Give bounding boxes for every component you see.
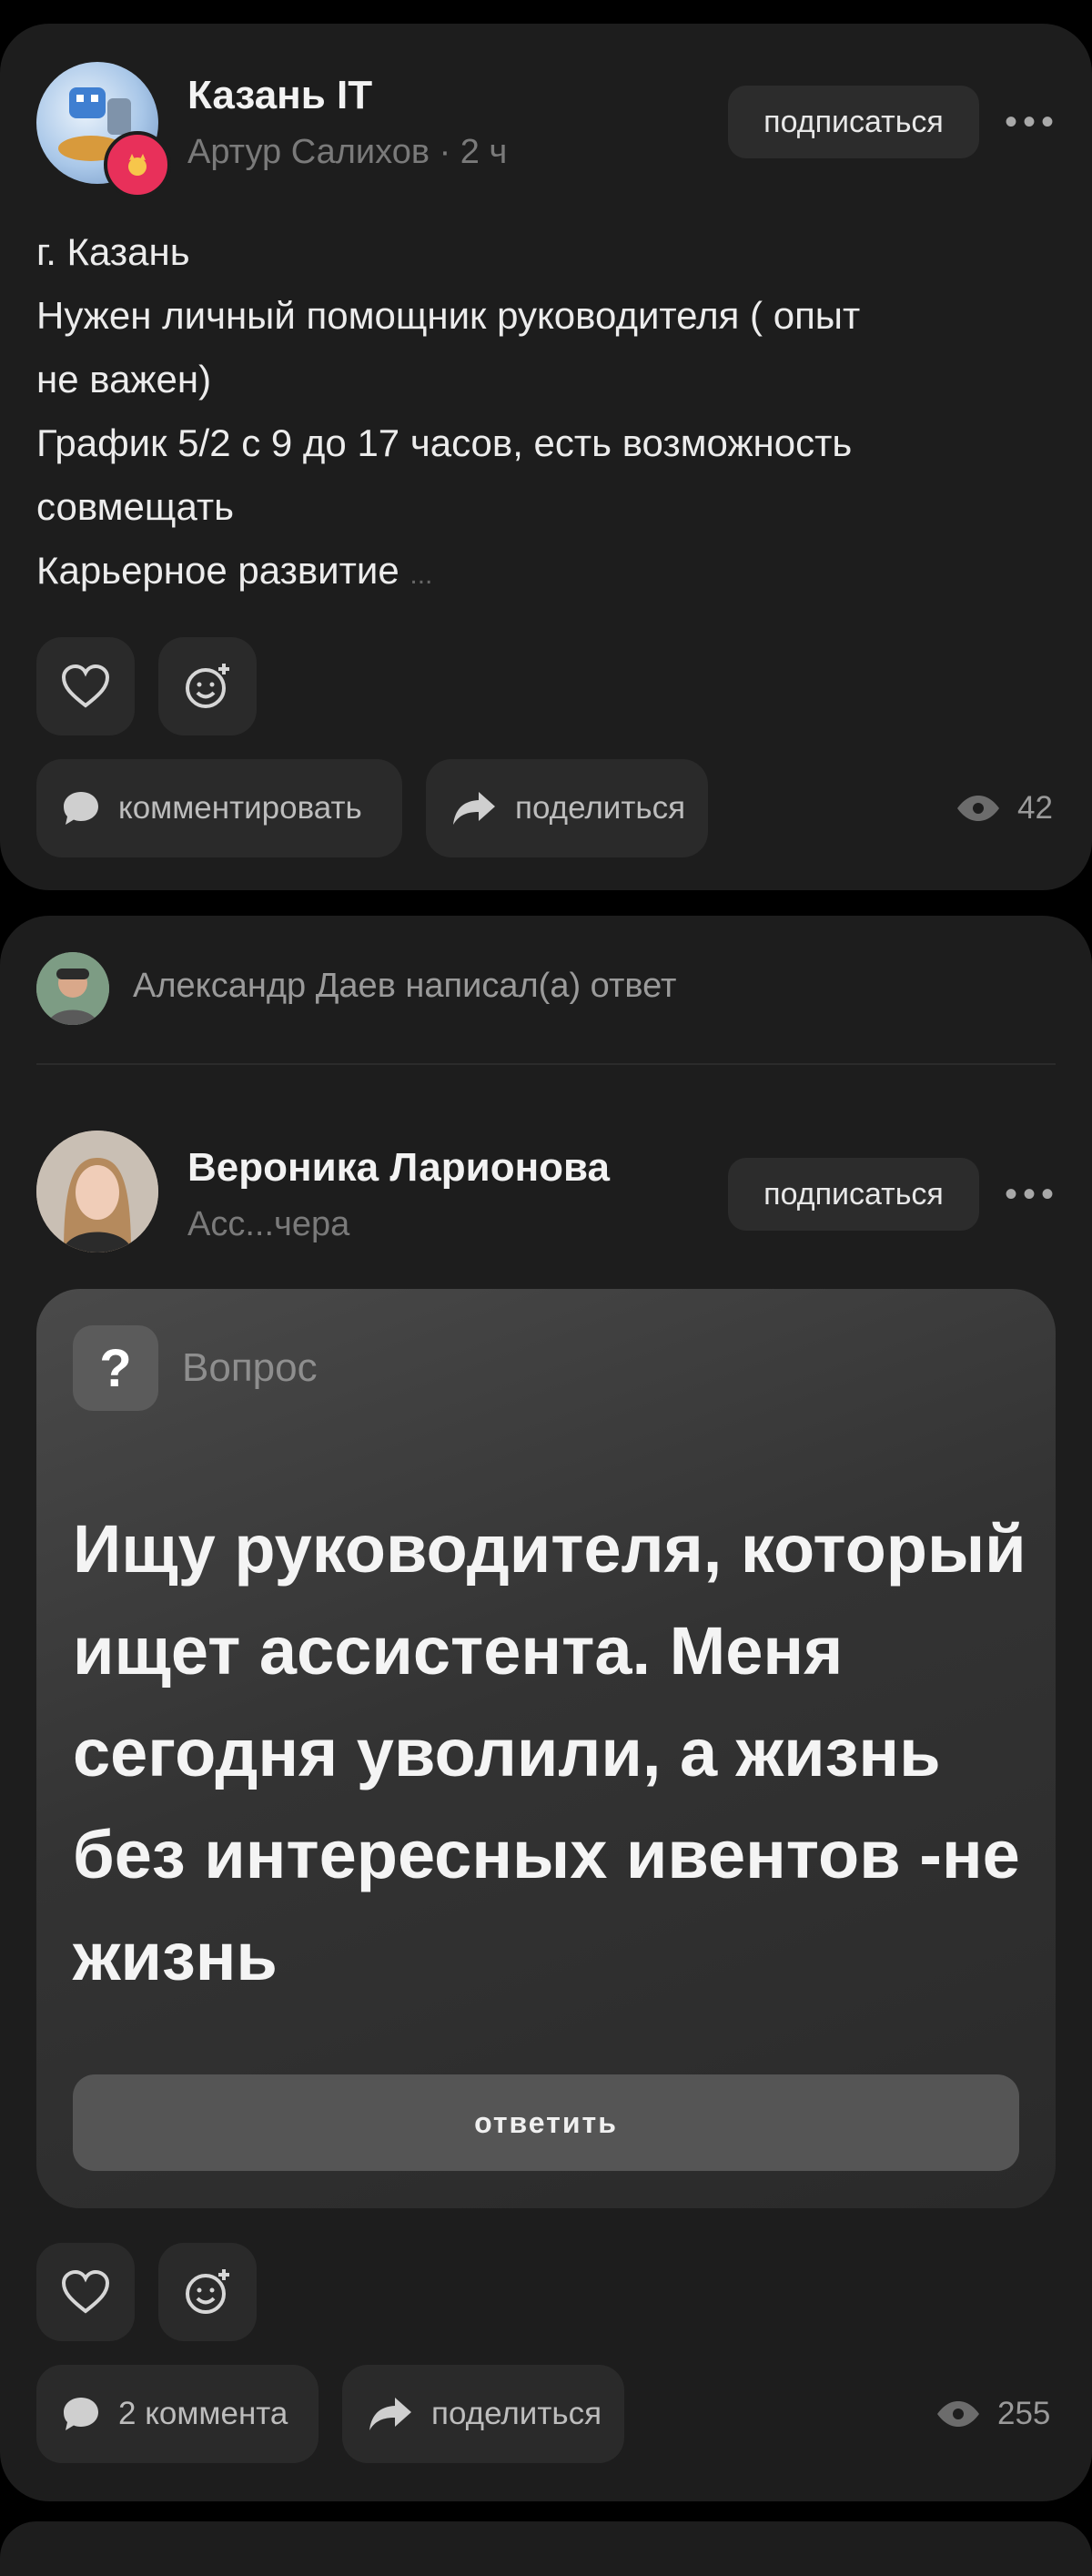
post-meta: Артур Салихов · 2 ч	[187, 133, 508, 171]
heart-icon	[61, 664, 110, 708]
add-reaction-icon	[186, 2269, 229, 2314]
eye-icon	[957, 796, 999, 821]
question-label: Вопрос	[182, 1345, 318, 1390]
eye-icon	[937, 2401, 979, 2427]
post-text: г. Казань Нужен личный помощник руководи…	[36, 230, 861, 592]
subscribe-button[interactable]: подписаться	[728, 1158, 979, 1231]
share-button[interactable]: поделиться	[426, 759, 708, 857]
add-reaction-button[interactable]	[158, 637, 257, 735]
divider	[36, 1063, 1056, 1065]
question-mark-icon: ?	[73, 1325, 158, 1411]
question-text: Ищу руководителя, который ищет ассистент…	[73, 1511, 1026, 1994]
question-card: ? Вопрос Ищу руководителя, который ищет …	[36, 1289, 1056, 2208]
share-button[interactable]: поделиться	[342, 2365, 624, 2463]
more-dots-icon[interactable]: •••	[1005, 104, 1059, 140]
reply-button[interactable]: ответить	[73, 2074, 1019, 2171]
replier-avatar[interactable]	[36, 952, 109, 1025]
post-card: Александр Даев написал(а) ответ Вероника…	[0, 916, 1092, 2501]
subscribe-button[interactable]: подписаться	[728, 86, 979, 158]
view-count: 42	[956, 790, 1053, 827]
heart-icon	[61, 2270, 110, 2314]
comment-button[interactable]: 2 коммента	[36, 2365, 318, 2463]
post-card: Казань IT Артур Салихов · 2 ч подписатьс…	[0, 24, 1092, 890]
share-arrow-icon	[453, 792, 495, 825]
community-badge-icon	[104, 131, 171, 198]
like-button[interactable]	[36, 2243, 135, 2341]
add-reaction-button[interactable]	[158, 2243, 257, 2341]
post-author-title[interactable]: Вероника Ларионова	[187, 1145, 610, 1191]
add-reaction-icon	[186, 664, 229, 708]
comment-button[interactable]: комментировать	[36, 759, 402, 857]
reply-notice[interactable]: Александр Даев написал(а) ответ	[133, 967, 676, 1006]
more-dots-icon[interactable]: •••	[1005, 1176, 1059, 1212]
post-meta: Асс...чера	[187, 1205, 350, 1243]
comment-bubble-icon	[64, 2398, 98, 2430]
read-more-ellipsis[interactable]: ...	[410, 560, 432, 590]
post-author-title[interactable]: Казань IT	[187, 73, 372, 118]
view-count: 255	[935, 2396, 1050, 2432]
author-avatar[interactable]	[36, 1131, 158, 1253]
share-arrow-icon	[369, 2398, 411, 2430]
comment-bubble-icon	[64, 792, 98, 825]
like-button[interactable]	[36, 637, 135, 735]
next-post-card	[0, 2521, 1092, 2576]
